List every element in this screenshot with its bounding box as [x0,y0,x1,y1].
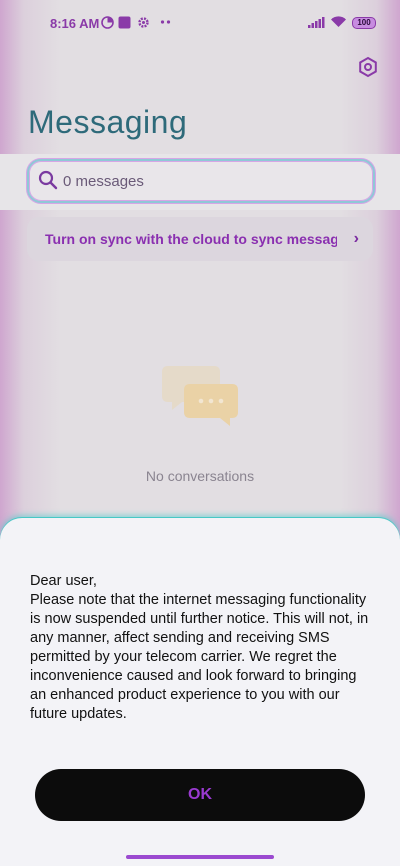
page-title: Messaging [28,104,188,140]
sync-banner-text: Turn on sync with the cloud to sync mess… [45,231,337,247]
home-indicator[interactable] [126,855,274,859]
status-time: 8:16 AM [50,16,100,31]
settings-notification-icon [138,17,149,28]
sync-banner[interactable]: Turn on sync with the cloud to sync mess… [27,217,373,261]
messaging-screen: 8:16 AM 100 Messaging 0 messages Turn on… [0,0,400,866]
wifi-icon [331,16,346,27]
dialog-sheet: Dear user, Please note that the internet… [0,518,400,866]
data-saver-icon [101,16,114,29]
signal-icon [308,17,325,28]
empty-state-text: No conversations [145,468,255,484]
dialog-body: Please note that the internet messaging … [30,592,369,722]
dialog-message: Dear user, Please note that the internet… [30,572,375,724]
chat-bubbles-icon [162,366,238,426]
status-bar: 8:16 AM 100 [0,0,400,44]
dialog-greeting: Dear user, [30,573,97,589]
more-dots-icon [160,20,171,24]
search-placeholder: 0 messages [63,173,144,190]
search-input[interactable]: 0 messages [27,159,375,203]
app-notification-icon [118,16,131,29]
gear-icon[interactable] [357,56,379,78]
ok-button[interactable]: OK [35,769,365,821]
chevron-right-icon: › [353,230,359,247]
battery-icon: 100 [352,17,376,29]
search-icon [38,170,58,190]
